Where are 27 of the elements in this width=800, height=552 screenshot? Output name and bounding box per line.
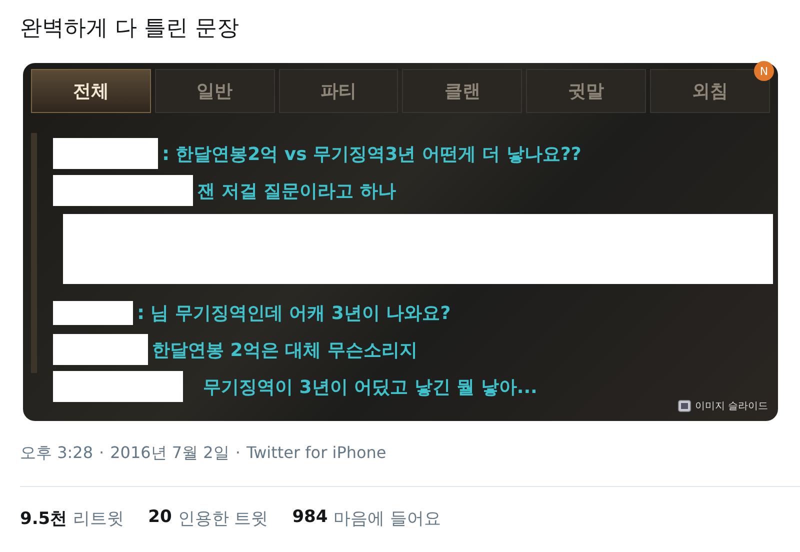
chat-tab[interactable]: 파티 [278, 69, 398, 113]
name-separator: : [137, 302, 145, 324]
chat-message: 잰 저걸 질문이라고 하나 [197, 180, 396, 202]
image-slide-button[interactable]: 이미지 슬라이드 [678, 399, 768, 413]
stat-label: 리트윗 [73, 508, 124, 530]
chat-message: 무기징역이 3년이 어딨고 낳긴 뭘 낳아... [203, 376, 538, 398]
name-separator: : [162, 142, 170, 164]
image-icon [678, 400, 691, 412]
new-badge: N [754, 61, 774, 81]
tweet-source-link[interactable]: Twitter for iPhone [246, 443, 386, 464]
chat-tab[interactable]: 클랜 [402, 69, 522, 113]
chat-message: 한달연봉2억 vs 무기징역3년 어떤게 더 낳나요?? [176, 142, 582, 166]
stat-label: 인용한 트윗 [178, 508, 268, 530]
chat-tab[interactable]: 전체 [31, 69, 151, 113]
stat-count: 984 [292, 507, 328, 529]
tweet-time: 오후 3:28 [20, 443, 94, 464]
stat-count: 20 [148, 507, 172, 529]
tweet-date: 2016년 7월 2일 [110, 443, 230, 464]
tweet-text: 완벽하게 다 틀린 문장 [20, 15, 240, 43]
chat-message: 님 무기징역인데 어캐 3년이 나와요? [150, 302, 451, 324]
stat-label: 마음에 들어요 [334, 508, 442, 530]
chat-tab[interactable]: 귓말 [526, 69, 646, 113]
separator-dot: · [99, 443, 104, 464]
chat-tab[interactable]: 일반 [154, 69, 275, 113]
stat-count: 9.5천 [20, 508, 68, 530]
separator-dot: · [235, 443, 240, 464]
chat-message: 한달연봉 2억은 대체 무슨소리지 [152, 338, 418, 362]
